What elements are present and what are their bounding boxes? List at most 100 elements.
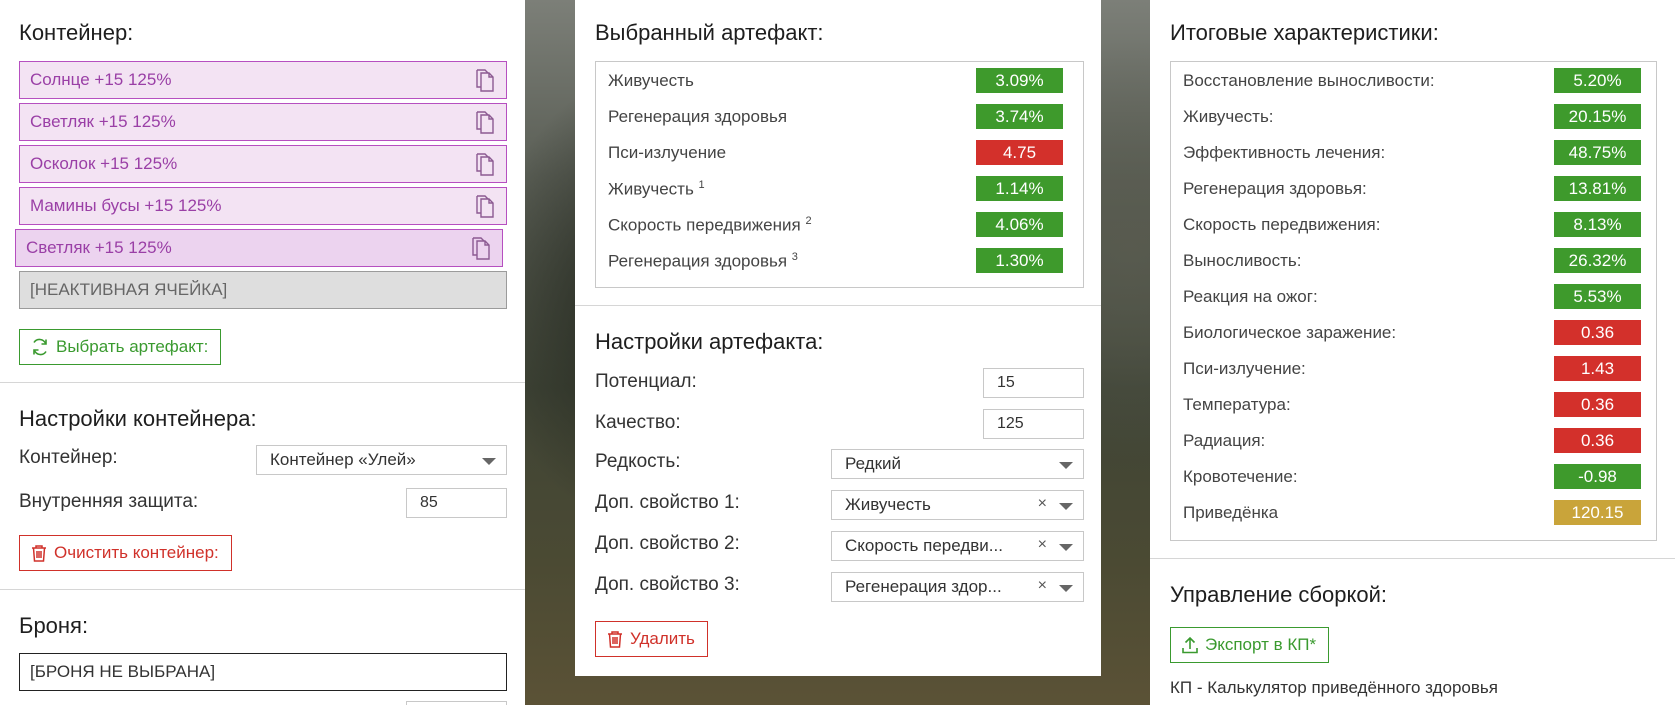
clear-container-button[interactable]: Очистить контейнер: xyxy=(19,535,232,571)
stat-row: Пси-излучение 4.75 xyxy=(596,134,1083,170)
stat-name-text: Регенерация здоровья: xyxy=(1183,179,1367,198)
totals-panel: Итоговые характеристики: Восстановление … xyxy=(1150,0,1675,705)
artifact-slot-label: Светляк +15 125% xyxy=(30,112,176,131)
select-artifact-button[interactable]: Выбрать артефакт: xyxy=(19,329,222,365)
stat-name-text: Реакция на ожог: xyxy=(1183,287,1318,306)
prop3-label: Доп. свойство 3: xyxy=(595,574,740,595)
stat-value-badge: 1.30% xyxy=(976,248,1063,273)
quality-label: Качество: xyxy=(595,412,681,433)
chevron-down-icon xyxy=(1059,503,1073,510)
container-settings-title: Настройки контейнера: xyxy=(19,406,257,431)
stat-name-text: Скорость передвижения xyxy=(608,215,801,235)
stat-name: Живучесть xyxy=(608,71,694,91)
stat-name-text: Приведёнка xyxy=(1183,503,1279,522)
copy-icon[interactable] xyxy=(474,152,496,178)
artifact-slot[interactable]: Светляк +15 125% xyxy=(19,103,507,141)
artifact-slot-label: Светляк +15 125% xyxy=(26,238,172,257)
stat-row: Живучесть: 20.15% xyxy=(1171,98,1656,134)
stat-row: Приведёнка 120.15 xyxy=(1171,494,1656,530)
trash-icon xyxy=(608,631,622,648)
stat-name: Скорость передвижения: xyxy=(1183,215,1380,235)
artifact-slot[interactable]: Солнце +15 125% xyxy=(19,61,507,99)
artifact-slot[interactable]: Осколок +15 125% xyxy=(19,145,507,183)
armor-slot[interactable]: [БРОНЯ НЕ ВЫБРАНА] xyxy=(19,653,507,691)
delete-artifact-label: Удалить xyxy=(630,629,695,648)
artifact-settings-title: Настройки артефакта: xyxy=(595,329,824,354)
artifact-slot[interactable]: Мамины бусы +15 125% xyxy=(19,187,507,225)
prop2-select[interactable]: Скорость передви... × xyxy=(831,531,1084,561)
divider xyxy=(0,589,525,590)
stat-name-text: Кровотечение: xyxy=(1183,467,1298,486)
stat-name-text: Регенерация здоровья xyxy=(608,107,788,126)
prop1-select-value: Живучесть xyxy=(845,495,931,514)
stat-name-text: Биологическое заражение: xyxy=(1183,323,1397,342)
stat-value-badge: 3.74% xyxy=(976,104,1063,129)
stat-name-text: Температура: xyxy=(1183,395,1291,414)
stat-value-badge: 0.36 xyxy=(1554,320,1641,345)
potential-input[interactable]: 15 xyxy=(983,368,1084,398)
copy-icon[interactable] xyxy=(474,110,496,136)
selected-artifact-title: Выбранный артефакт: xyxy=(595,20,824,45)
stat-name: Реакция на ожог: xyxy=(1183,287,1318,307)
stat-name-text: Пси-излучение xyxy=(608,143,727,162)
stat-name-text: Живучесть xyxy=(608,71,694,90)
potential-label: Потенциал: xyxy=(595,371,697,392)
stat-name: Радиация: xyxy=(1183,431,1265,451)
stat-value-badge: 1.43 xyxy=(1554,356,1641,381)
stat-name: Регенерация здоровья: xyxy=(1183,179,1367,199)
container-label: Контейнер: xyxy=(19,447,118,468)
build-note: КП - Калькулятор приведённого здоровья xyxy=(1170,678,1498,697)
stat-name: Эффективность лечения: xyxy=(1183,143,1385,163)
stat-name-text: Эффективность лечения: xyxy=(1183,143,1386,162)
prop1-select[interactable]: Живучесть × xyxy=(831,490,1084,520)
prop2-label: Доп. свойство 2: xyxy=(595,533,740,554)
totals-title: Итоговые характеристики: xyxy=(1170,20,1439,45)
stat-value-badge: 1.14% xyxy=(976,176,1063,201)
stat-row: Скорость передвижения: 8.13% xyxy=(1171,206,1656,242)
divider xyxy=(1150,558,1675,559)
stat-name: Выносливость: xyxy=(1183,251,1301,271)
armor-input[interactable] xyxy=(406,701,507,705)
stat-value-badge: -0.98 xyxy=(1554,464,1641,489)
stat-value-badge: 5.20% xyxy=(1554,68,1641,93)
clear-icon[interactable]: × xyxy=(1038,495,1047,513)
stat-value-badge: 4.06% xyxy=(976,212,1063,237)
stat-value-badge: 48.75% xyxy=(1554,140,1641,165)
rarity-label: Редкость: xyxy=(595,451,681,472)
protection-input[interactable]: 85 xyxy=(406,488,507,518)
stat-value-badge: 20.15% xyxy=(1554,104,1641,129)
clear-icon[interactable]: × xyxy=(1038,577,1047,595)
stat-name: Кровотечение: xyxy=(1183,467,1298,487)
stat-name: Биологическое заражение: xyxy=(1183,323,1396,343)
rarity-select[interactable]: Редкий xyxy=(831,449,1084,479)
clear-icon[interactable]: × xyxy=(1038,536,1047,554)
stat-row: Эффективность лечения: 48.75% xyxy=(1171,134,1656,170)
quality-input[interactable]: 125 xyxy=(983,409,1084,439)
inactive-slot: [НЕАКТИВНАЯ ЯЧЕЙКА] xyxy=(19,271,507,309)
copy-icon[interactable] xyxy=(474,194,496,220)
stat-name-text: Живучесть: xyxy=(1183,107,1274,126)
export-label: Экспорт в КП* xyxy=(1205,635,1317,654)
export-button[interactable]: Экспорт в КП* xyxy=(1170,627,1330,663)
container-select[interactable]: Контейнер «Улей» xyxy=(256,445,507,475)
stat-row: Реакция на ожог: 5.53% xyxy=(1171,278,1656,314)
stat-name-text: Радиация: xyxy=(1183,431,1266,450)
stat-footnote: 1 xyxy=(698,179,705,191)
stat-row: Восстановление выносливости: 5.20% xyxy=(1171,62,1656,98)
stat-row: Радиация: 0.36 xyxy=(1171,422,1656,458)
container-select-value: Контейнер «Улей» xyxy=(270,450,416,469)
stat-value-badge: 0.36 xyxy=(1554,428,1641,453)
stat-name: Живучесть 1 xyxy=(608,179,705,200)
copy-icon[interactable] xyxy=(470,236,492,262)
stat-value-badge: 5.53% xyxy=(1554,284,1641,309)
rarity-select-value: Редкий xyxy=(845,454,902,473)
stat-row: Кровотечение: -0.98 xyxy=(1171,458,1656,494)
artifact-slot[interactable]: Светляк +15 125% xyxy=(15,229,503,267)
stat-name-text: Выносливость: xyxy=(1183,251,1302,270)
stat-name: Пси-излучение: xyxy=(1183,359,1306,379)
prop3-select[interactable]: Регенерация здор... × xyxy=(831,572,1084,602)
copy-icon[interactable] xyxy=(474,68,496,94)
stat-name: Температура: xyxy=(1183,395,1291,415)
stat-name-text: Живучесть xyxy=(608,179,694,199)
delete-artifact-button[interactable]: Удалить xyxy=(595,621,708,657)
